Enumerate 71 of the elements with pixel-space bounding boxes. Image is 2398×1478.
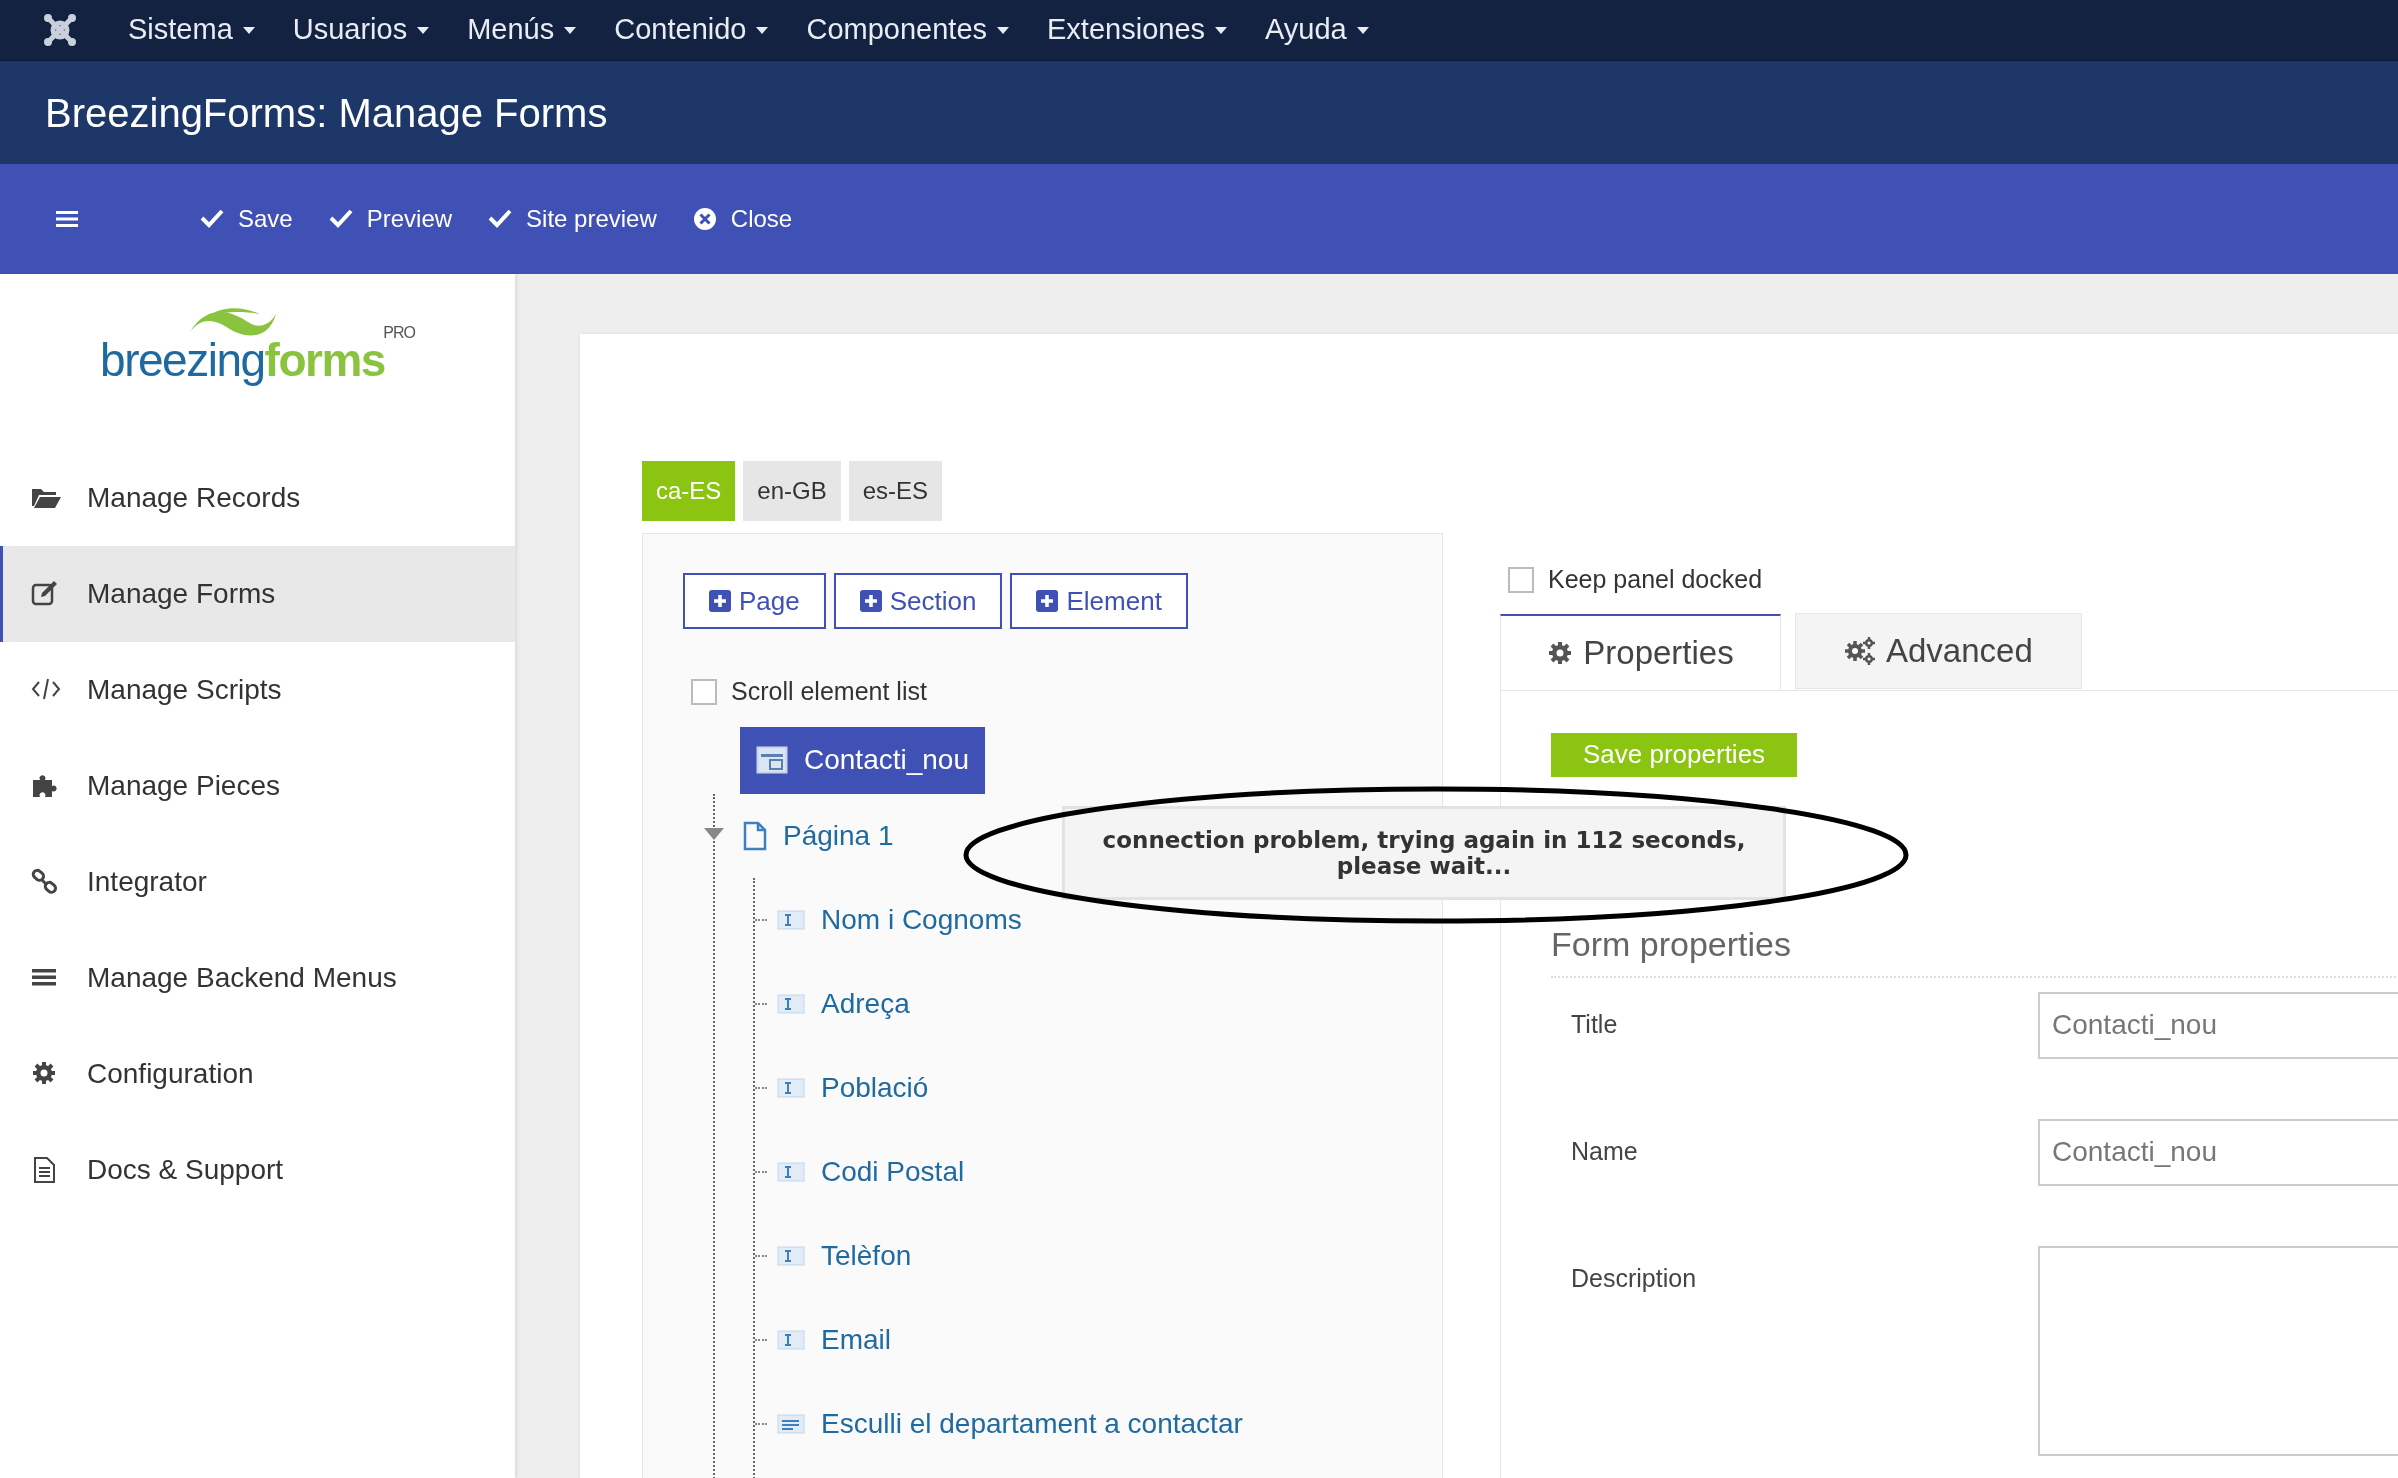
- sidebar-item[interactable]: Integrator: [0, 834, 515, 930]
- element-node[interactable]: Codi Postal: [777, 1150, 965, 1193]
- field-label: Title: [1571, 1008, 1619, 1040]
- sidebar-item[interactable]: Manage Scripts: [0, 642, 515, 738]
- sidebar-item[interactable]: Manage Forms: [0, 546, 515, 642]
- text-field-icon: [777, 1329, 805, 1350]
- toolbar-button[interactable]: Site preview: [488, 201, 657, 237]
- sidebar-item[interactable]: Configuration: [0, 1026, 515, 1122]
- add-button[interactable]: Element: [1010, 573, 1188, 629]
- menu-item[interactable]: Menús: [467, 8, 577, 52]
- page-node[interactable]: Página 1: [743, 814, 894, 857]
- plus-icon: [709, 590, 731, 612]
- menu-item[interactable]: Sistema: [128, 8, 255, 52]
- menu-item[interactable]: Extensiones: [1047, 8, 1228, 52]
- text-field-icon: [777, 993, 805, 1014]
- text-field-icon: [777, 1077, 805, 1098]
- caret-icon: [756, 26, 769, 34]
- plus-icon: [859, 590, 882, 612]
- menu-item[interactable]: Ayuda: [1265, 8, 1369, 52]
- menu-item[interactable]: Usuarios: [292, 8, 430, 52]
- menu-item[interactable]: Componentes: [806, 8, 1010, 52]
- sidebar-item[interactable]: Manage Pieces: [0, 738, 515, 834]
- caret-icon: [1215, 26, 1228, 34]
- notification-message: connection problem, trying again in 112 seconds, please wait...: [1062, 806, 1786, 900]
- sidebar-item[interactable]: Docs & Support: [0, 1122, 515, 1218]
- text-field-icon: [777, 1245, 805, 1266]
- form-node[interactable]: Contacti_nou: [740, 726, 985, 794]
- caret-icon: [242, 26, 255, 34]
- page-icon: [743, 820, 767, 851]
- sidebar-item[interactable]: Manage Backend Menus: [0, 930, 515, 1026]
- element-node[interactable]: Adreça: [777, 982, 910, 1025]
- caret-icon: [1356, 26, 1369, 34]
- element-node[interactable]: Nom i Cognoms: [777, 898, 1022, 941]
- gears-icon: [1844, 635, 1876, 666]
- properties-tab[interactable]: Properties: [1500, 613, 1781, 690]
- language-tab[interactable]: es-ES: [848, 461, 943, 521]
- field-label: Description: [1571, 1262, 1698, 1294]
- caret-icon: [417, 26, 430, 34]
- element-node[interactable]: Telèfon: [777, 1234, 912, 1277]
- expand-toggle[interactable]: [704, 827, 724, 842]
- add-button[interactable]: Section: [833, 573, 1003, 629]
- plus-icon: [1036, 590, 1059, 612]
- properties-tab[interactable]: Advanced: [1795, 612, 2082, 689]
- element-node[interactable]: Població: [777, 1066, 929, 1109]
- toolbar-button[interactable]: Save: [200, 201, 293, 237]
- close-icon: [692, 207, 717, 231]
- element-node[interactable]: Esculli el departament a contactar: [777, 1402, 1243, 1445]
- checkbox[interactable]: [1508, 566, 1534, 593]
- language-tab[interactable]: en-GB: [743, 461, 841, 521]
- element-node[interactable]: Email: [777, 1318, 891, 1361]
- sidebar-item[interactable]: Manage Records: [0, 450, 515, 546]
- caret-icon: [997, 26, 1010, 34]
- page-title: BreezingForms: Manage Forms: [45, 89, 608, 137]
- form-icon: [756, 746, 788, 774]
- caret-icon: [564, 26, 577, 34]
- checkbox-label: Scroll element list: [731, 676, 927, 707]
- menu-item[interactable]: Contenido: [614, 8, 769, 52]
- list-icon: [777, 1413, 805, 1434]
- text-field-icon: [777, 1161, 805, 1182]
- toolbar-button[interactable]: Preview: [328, 201, 453, 237]
- field-label: Name: [1571, 1135, 1639, 1167]
- input-field[interactable]: Contacti_nou: [2038, 1118, 2398, 1186]
- text-field-icon: [777, 909, 805, 930]
- checkbox-label: Keep panel docked: [1548, 564, 1763, 595]
- checkbox[interactable]: [691, 678, 717, 705]
- menu-icon: [56, 210, 78, 228]
- add-button[interactable]: Page: [683, 573, 826, 629]
- input-field[interactable]: Contacti_nou: [2038, 991, 2398, 1059]
- close-button[interactable]: Close: [692, 201, 793, 237]
- section-heading: Form properties: [1551, 918, 2398, 978]
- menu-button[interactable]: [56, 210, 78, 228]
